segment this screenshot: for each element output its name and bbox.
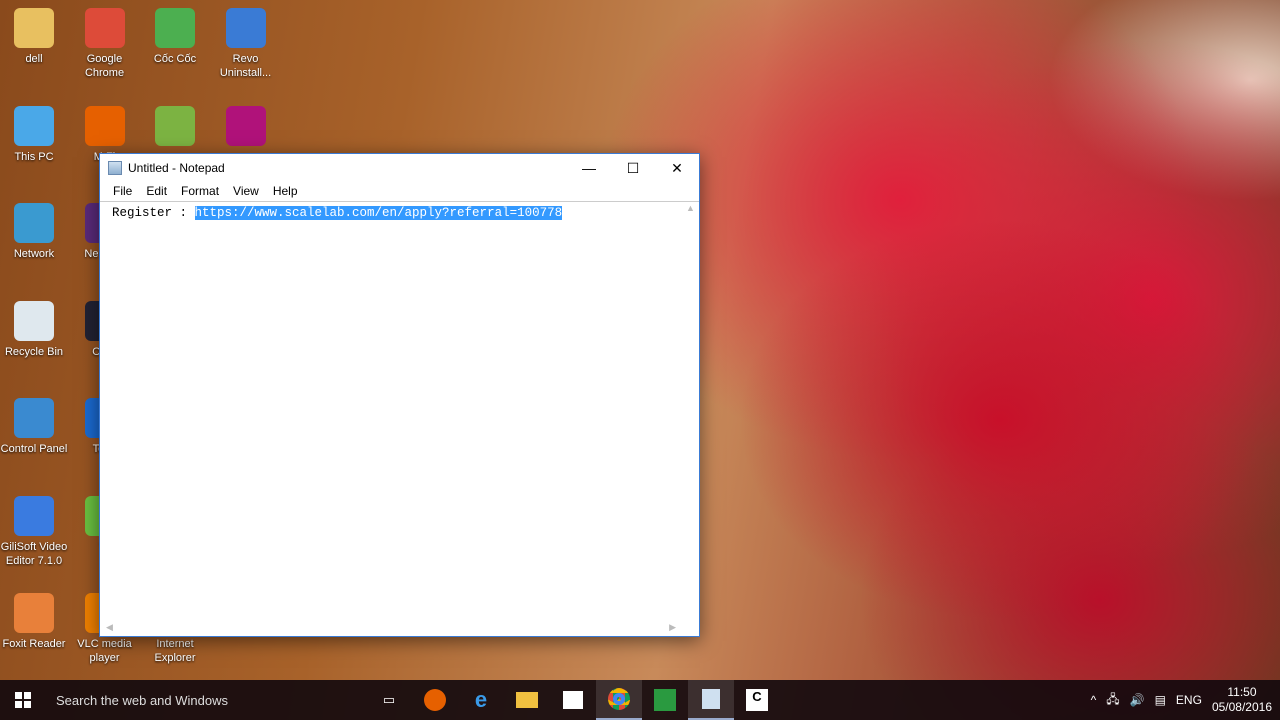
- desktop-icon-label: Internet Explorer: [154, 638, 196, 664]
- app-icon: [14, 203, 54, 243]
- notepad-taskbar-icon[interactable]: [688, 680, 734, 720]
- desktop-icon[interactable]: GiliSoft Video Editor 7.1.0: [0, 495, 70, 568]
- show-hidden-icons[interactable]: ^: [1091, 693, 1097, 707]
- start-button[interactable]: [0, 680, 46, 720]
- taskbar: Search the web and Windows ▭ e C ^ 🖧 🔊 ▤…: [0, 680, 1280, 720]
- network-icon[interactable]: 🖧: [1106, 690, 1119, 711]
- time: 11:50: [1227, 685, 1257, 699]
- menu-bar: File Edit Format View Help: [100, 182, 699, 202]
- menu-help[interactable]: Help: [266, 182, 305, 201]
- volume-icon[interactable]: 🔊: [1130, 693, 1145, 707]
- scroll-left-icon[interactable]: ◀: [106, 622, 113, 633]
- app-icon: [14, 300, 54, 341]
- menu-edit[interactable]: Edit: [139, 182, 174, 201]
- minimize-button[interactable]: —: [567, 154, 611, 182]
- desktop-icon[interactable]: Google Chrome: [69, 8, 141, 80]
- app-icon: [225, 8, 266, 48]
- desktop-icon[interactable]: Revo Uninstall...: [210, 8, 282, 80]
- app-icon: [84, 8, 125, 48]
- desktop-icon[interactable]: Cốc Cốc: [139, 8, 211, 66]
- menu-view[interactable]: View: [226, 182, 266, 201]
- text-prefix: Register :: [112, 206, 195, 220]
- menu-file[interactable]: File: [106, 182, 139, 201]
- desktop-icon[interactable]: Recycle Bin: [0, 300, 70, 359]
- desktop-icon-label: This PC: [14, 150, 54, 163]
- selected-url[interactable]: https://www.scalelab.com/en/apply?referr…: [194, 206, 563, 220]
- app-icon: [14, 398, 54, 438]
- desktop-icon[interactable]: [139, 105, 211, 150]
- desktop-icon-label: VLC media player: [77, 638, 132, 664]
- close-button[interactable]: ✕: [655, 154, 699, 182]
- edge-taskbar-icon[interactable]: e: [458, 680, 504, 720]
- action-center-icon[interactable]: ▤: [1155, 693, 1166, 707]
- desktop-icon-label: GiliSoft Video Editor 7.1.0: [0, 540, 68, 567]
- desktop-icon-label: Network: [13, 248, 55, 260]
- desktop-icon-label: dell: [25, 53, 43, 65]
- task-view-button[interactable]: ▭: [366, 680, 412, 720]
- notepad-icon: [108, 161, 122, 175]
- app-icon: [14, 593, 54, 633]
- firefox-taskbar-icon[interactable]: [412, 680, 458, 720]
- window-title: Untitled - Notepad: [128, 161, 225, 175]
- app-icon: [14, 105, 54, 146]
- app-icon: [14, 8, 54, 48]
- desktop-icon-label: Recycle Bin: [4, 345, 64, 358]
- desktop-icon-label: Control Panel: [0, 443, 68, 455]
- spreadsheet-taskbar-icon[interactable]: [642, 680, 688, 720]
- date: 05/08/2016: [1211, 700, 1272, 714]
- chrome-taskbar-icon[interactable]: [596, 680, 642, 720]
- desktop-icon-label: Foxit Reader: [2, 638, 66, 650]
- language-indicator[interactable]: ENG: [1176, 693, 1202, 707]
- notepad-window[interactable]: Untitled - Notepad — ☐ ✕ File Edit Forma…: [99, 153, 700, 637]
- vertical-scrollbar[interactable]: ▲: [682, 203, 699, 619]
- app-icon: [14, 495, 54, 536]
- desktop-icon[interactable]: This PC: [0, 105, 70, 164]
- desktop-icon-label: Google Chrome: [84, 53, 125, 79]
- menu-format[interactable]: Format: [174, 182, 226, 201]
- desktop-icon-label: Cốc Cốc: [153, 53, 197, 65]
- store-taskbar-icon[interactable]: [550, 680, 596, 720]
- desktop-icon-label: Revo Uninstall...: [219, 53, 272, 79]
- desktop-icon[interactable]: Control Panel: [0, 398, 70, 456]
- desktop-icon[interactable]: Network: [0, 203, 70, 261]
- app-icon: [155, 8, 195, 48]
- maximize-button[interactable]: ☐: [611, 154, 655, 182]
- app-taskbar-icon[interactable]: C: [734, 680, 780, 720]
- clock[interactable]: 11:50 05/08/2016: [1212, 685, 1272, 715]
- search-box[interactable]: Search the web and Windows: [46, 680, 366, 720]
- app-icon: [155, 105, 195, 146]
- horizontal-scrollbar[interactable]: ◀ ▶: [100, 619, 682, 636]
- title-bar[interactable]: Untitled - Notepad — ☐ ✕: [100, 154, 699, 182]
- desktop-icon[interactable]: Foxit Reader: [0, 593, 70, 651]
- system-tray: ^ 🖧 🔊 ▤ ENG 11:50 05/08/2016: [1091, 685, 1280, 715]
- windows-icon: [15, 692, 31, 708]
- desktop-icon[interactable]: [210, 105, 282, 150]
- scroll-right-icon[interactable]: ▶: [669, 622, 676, 633]
- desktop-icon[interactable]: dell: [0, 8, 70, 66]
- text-editor[interactable]: Register : https://www.scalelab.com/en/a…: [100, 203, 699, 636]
- app-icon: [84, 105, 125, 146]
- app-icon: [225, 105, 266, 146]
- file-explorer-taskbar-icon[interactable]: [504, 680, 550, 720]
- search-placeholder: Search the web and Windows: [56, 692, 228, 708]
